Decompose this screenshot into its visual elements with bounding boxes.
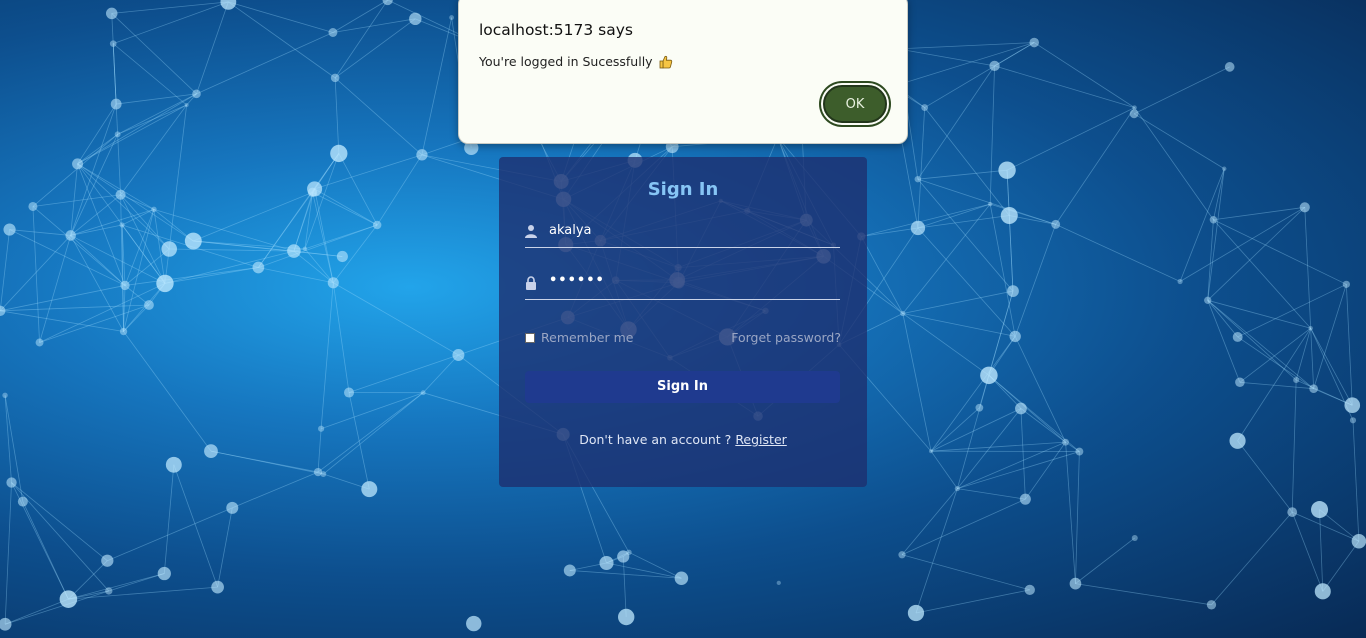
dialog-message: You're logged in Sucessfully: [479, 54, 653, 69]
no-account-text: Don't have an account ?: [579, 432, 732, 447]
register-link[interactable]: Register: [735, 432, 786, 447]
lock-icon: [526, 276, 536, 290]
remember-checkbox[interactable]: [525, 332, 535, 343]
remember-me[interactable]: Remember me: [525, 330, 633, 345]
username-field[interactable]: akalya: [525, 219, 840, 248]
signin-card: Sign In akalya •••••• Remember me Forget…: [499, 157, 867, 487]
forgot-password-link[interactable]: Forget password?: [731, 330, 841, 345]
username-value: akalya: [549, 223, 592, 238]
signin-title: Sign In: [647, 179, 719, 200]
password-field[interactable]: ••••••: [525, 271, 840, 300]
password-value: ••••••: [549, 273, 605, 288]
ok-button[interactable]: OK: [823, 85, 887, 123]
alert-dialog: localhost:5173 says You're logged in Suc…: [458, 0, 908, 144]
user-icon: [525, 225, 537, 238]
dialog-title: localhost:5173 says: [479, 21, 633, 39]
remember-label: Remember me: [541, 330, 634, 345]
register-row: Don't have an account ? Register: [499, 432, 867, 447]
dialog-message-row: You're logged in Sucessfully: [479, 54, 673, 69]
thumbs-up-icon: [659, 55, 672, 68]
signin-button[interactable]: Sign In: [525, 371, 840, 403]
